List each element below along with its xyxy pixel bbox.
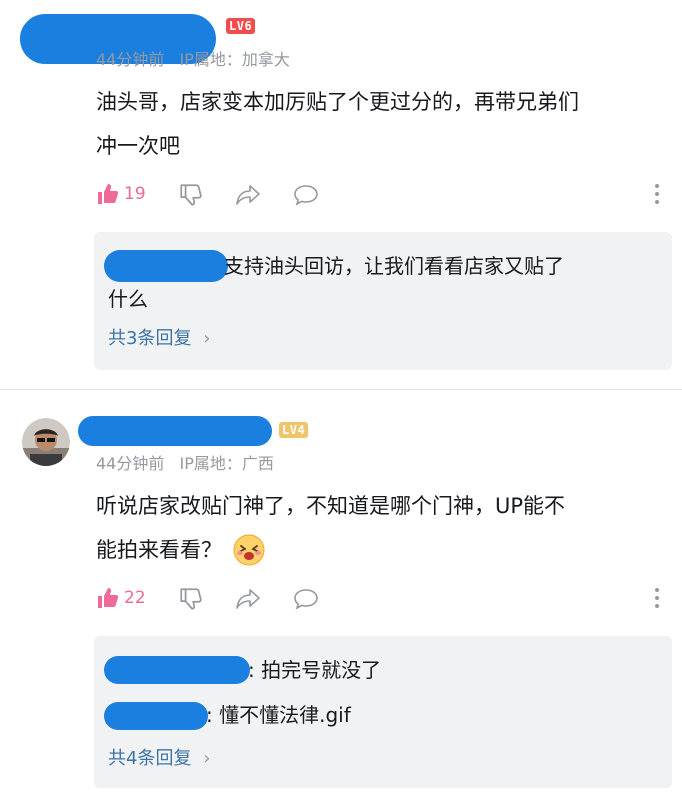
comment-icon xyxy=(292,182,320,208)
reply-button[interactable] xyxy=(292,182,320,208)
comment-text: 油头哥，店家变本加厉贴了个更过分的，再带兄弟们 冲一次吧 xyxy=(96,80,676,168)
comment-meta: 44分钟前 IP属地：加拿大 xyxy=(96,46,300,70)
comment-text-line: 冲一次吧 xyxy=(96,134,180,158)
chevron-right-icon: › xyxy=(203,328,211,349)
thumb-up-icon xyxy=(96,586,120,610)
share-icon xyxy=(234,586,262,612)
share-button[interactable] xyxy=(234,586,262,612)
comment-time: 44分钟前 xyxy=(96,454,165,473)
dislike-button[interactable] xyxy=(178,586,204,612)
reply-username-redacted[interactable] xyxy=(104,656,250,684)
chevron-right-icon: › xyxy=(203,748,211,769)
thumb-down-icon xyxy=(178,182,204,208)
view-more-replies[interactable]: 共4条回复 › xyxy=(108,744,210,770)
comment-meta: 44分钟前 IP属地：广西 xyxy=(96,450,284,474)
reply-username-redacted[interactable] xyxy=(104,250,228,282)
view-more-replies[interactable]: 共3条回复 › xyxy=(108,324,210,350)
comment-divider xyxy=(0,389,682,390)
like-button[interactable]: 19 xyxy=(96,182,146,206)
like-count: 19 xyxy=(124,184,146,204)
share-button[interactable] xyxy=(234,182,262,208)
share-icon xyxy=(234,182,262,208)
comment-time: 44分钟前 xyxy=(96,50,165,69)
more-icon xyxy=(652,182,662,206)
comment-icon xyxy=(292,586,320,612)
thumb-down-icon xyxy=(178,586,204,612)
reply-text-cont: 什么 xyxy=(108,287,148,311)
dislike-button[interactable] xyxy=(178,182,204,208)
more-button[interactable] xyxy=(652,586,662,610)
emoji-icon xyxy=(232,533,266,567)
replies-box: : 拍完号就没了 : 懂不懂法律.gif 共4条回复 › xyxy=(94,636,672,788)
reply-username-redacted[interactable] xyxy=(104,702,208,730)
level-badge: LV6 xyxy=(226,18,256,34)
more-button[interactable] xyxy=(652,182,662,206)
reply-text: : 懂不懂法律.gif xyxy=(206,703,351,727)
more-replies-label: 共3条回复 xyxy=(108,328,192,349)
comment-text-line: 油头哥，店家变本加厉贴了个更过分的，再带兄弟们 xyxy=(96,90,579,114)
reply-text: : 拍完号就没了 xyxy=(248,658,382,682)
ip-location: IP属地：广西 xyxy=(179,454,274,473)
comment-text: 听说店家改贴门神了，不知道是哪个门神，UP能不 能拍来看看？ xyxy=(96,484,676,572)
level-badge: LV4 xyxy=(279,422,309,438)
thumb-up-icon xyxy=(96,182,120,206)
reply-text: 支持油头回访，让我们看看店家又贴了 xyxy=(224,254,564,278)
more-icon xyxy=(652,586,662,610)
more-replies-label: 共4条回复 xyxy=(108,748,192,769)
replies-box: 支持油头回访，让我们看看店家又贴了 什么 共3条回复 › xyxy=(94,232,672,370)
reply-button[interactable] xyxy=(292,586,320,612)
like-button[interactable]: 22 xyxy=(96,586,146,610)
like-count: 22 xyxy=(124,588,146,608)
ip-location: IP属地：加拿大 xyxy=(179,50,290,69)
comment-text-line-wrap: 能拍来看看？ xyxy=(96,528,676,572)
username-redacted[interactable] xyxy=(78,416,272,446)
comment-text-line: 听说店家改贴门神了，不知道是哪个门神，UP能不 xyxy=(96,494,566,518)
avatar[interactable] xyxy=(22,418,70,466)
comment-text-line: 能拍来看看？ xyxy=(96,538,222,562)
